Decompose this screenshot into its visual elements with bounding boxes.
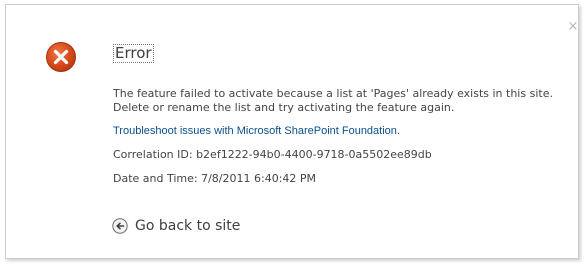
go-back-label: Go back to site <box>135 218 241 234</box>
troubleshoot-link[interactable]: Troubleshoot issues with Microsoft Share… <box>113 125 400 137</box>
back-arrow-icon <box>112 218 128 234</box>
page-title: Error <box>113 44 154 63</box>
correlation-id: Correlation ID: b2ef1222-94b0-4400-9718-… <box>113 148 432 161</box>
error-message: The feature failed to activate because a… <box>113 87 553 114</box>
error-icon <box>46 42 76 72</box>
date-time: Date and Time: 7/8/2011 6:40:42 PM <box>113 172 317 185</box>
error-dialog: × Error The feature failed to activate b… <box>5 4 579 259</box>
go-back-button[interactable]: Go back to site <box>112 216 240 236</box>
close-icon[interactable]: × <box>567 20 579 33</box>
